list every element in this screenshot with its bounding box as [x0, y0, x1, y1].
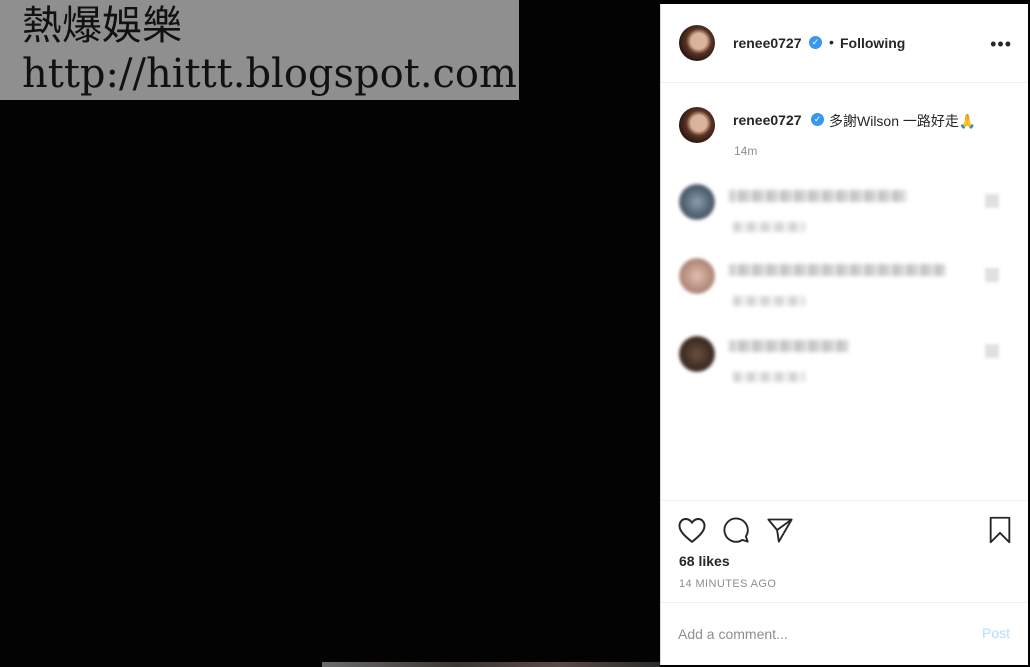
comment-icon[interactable] — [721, 516, 751, 544]
share-icon[interactable] — [765, 516, 795, 544]
author-username[interactable]: renee0727 — [733, 35, 802, 51]
blurred-comment-text — [729, 264, 945, 276]
commenter-avatar[interactable] — [679, 336, 715, 372]
blurred-comment-text — [729, 340, 849, 352]
more-options-icon[interactable]: ••• — [990, 34, 1012, 55]
blurred-comment-meta — [733, 296, 805, 306]
blurred-comment-meta — [733, 222, 805, 232]
watermark-title: 熱爆娛樂 — [22, 3, 182, 49]
heart-icon[interactable] — [677, 516, 707, 544]
comment-like-icon[interactable] — [985, 268, 999, 282]
caption-username[interactable]: renee0727 — [733, 112, 802, 128]
caption-avatar[interactable] — [679, 107, 715, 143]
comment-input[interactable] — [678, 623, 958, 645]
post-side-panel: renee0727 ✓ • Following ••• renee0727 ✓ … — [660, 4, 1028, 665]
blurred-comment-meta — [733, 372, 805, 382]
commenter-avatar[interactable] — [679, 258, 715, 294]
author-avatar[interactable] — [679, 25, 715, 61]
watermark-overlay: 熱爆娛樂 http://hittt.blogspot.com — [0, 0, 519, 100]
blurred-comment-text — [729, 190, 907, 202]
following-button[interactable]: Following — [840, 35, 905, 51]
caption-text: 多謝Wilson 一路好走🙏 — [829, 113, 977, 129]
post-comment-button[interactable]: Post — [982, 625, 1010, 641]
likes-count[interactable]: 68 likes — [679, 553, 730, 569]
comment-like-icon[interactable] — [985, 194, 999, 208]
bookmark-icon[interactable] — [987, 516, 1013, 544]
media-edge-image — [322, 662, 660, 667]
post-timestamp[interactable]: 14 MINUTES AGO — [679, 578, 776, 590]
add-comment-section: Post — [661, 602, 1028, 666]
commenter-avatar[interactable] — [679, 184, 715, 220]
caption-time[interactable]: 14m — [734, 144, 757, 158]
watermark-url: http://hittt.blogspot.com — [22, 51, 517, 97]
verified-badge-icon: ✓ — [811, 113, 824, 126]
comment-like-icon[interactable] — [985, 344, 999, 358]
verified-badge-icon: ✓ — [809, 36, 822, 49]
post-media[interactable] — [0, 0, 660, 667]
post-header: renee0727 ✓ • Following ••• — [661, 4, 1028, 83]
separator-dot: • — [829, 34, 834, 50]
post-actions: 68 likes 14 MINUTES AGO — [661, 500, 1028, 605]
